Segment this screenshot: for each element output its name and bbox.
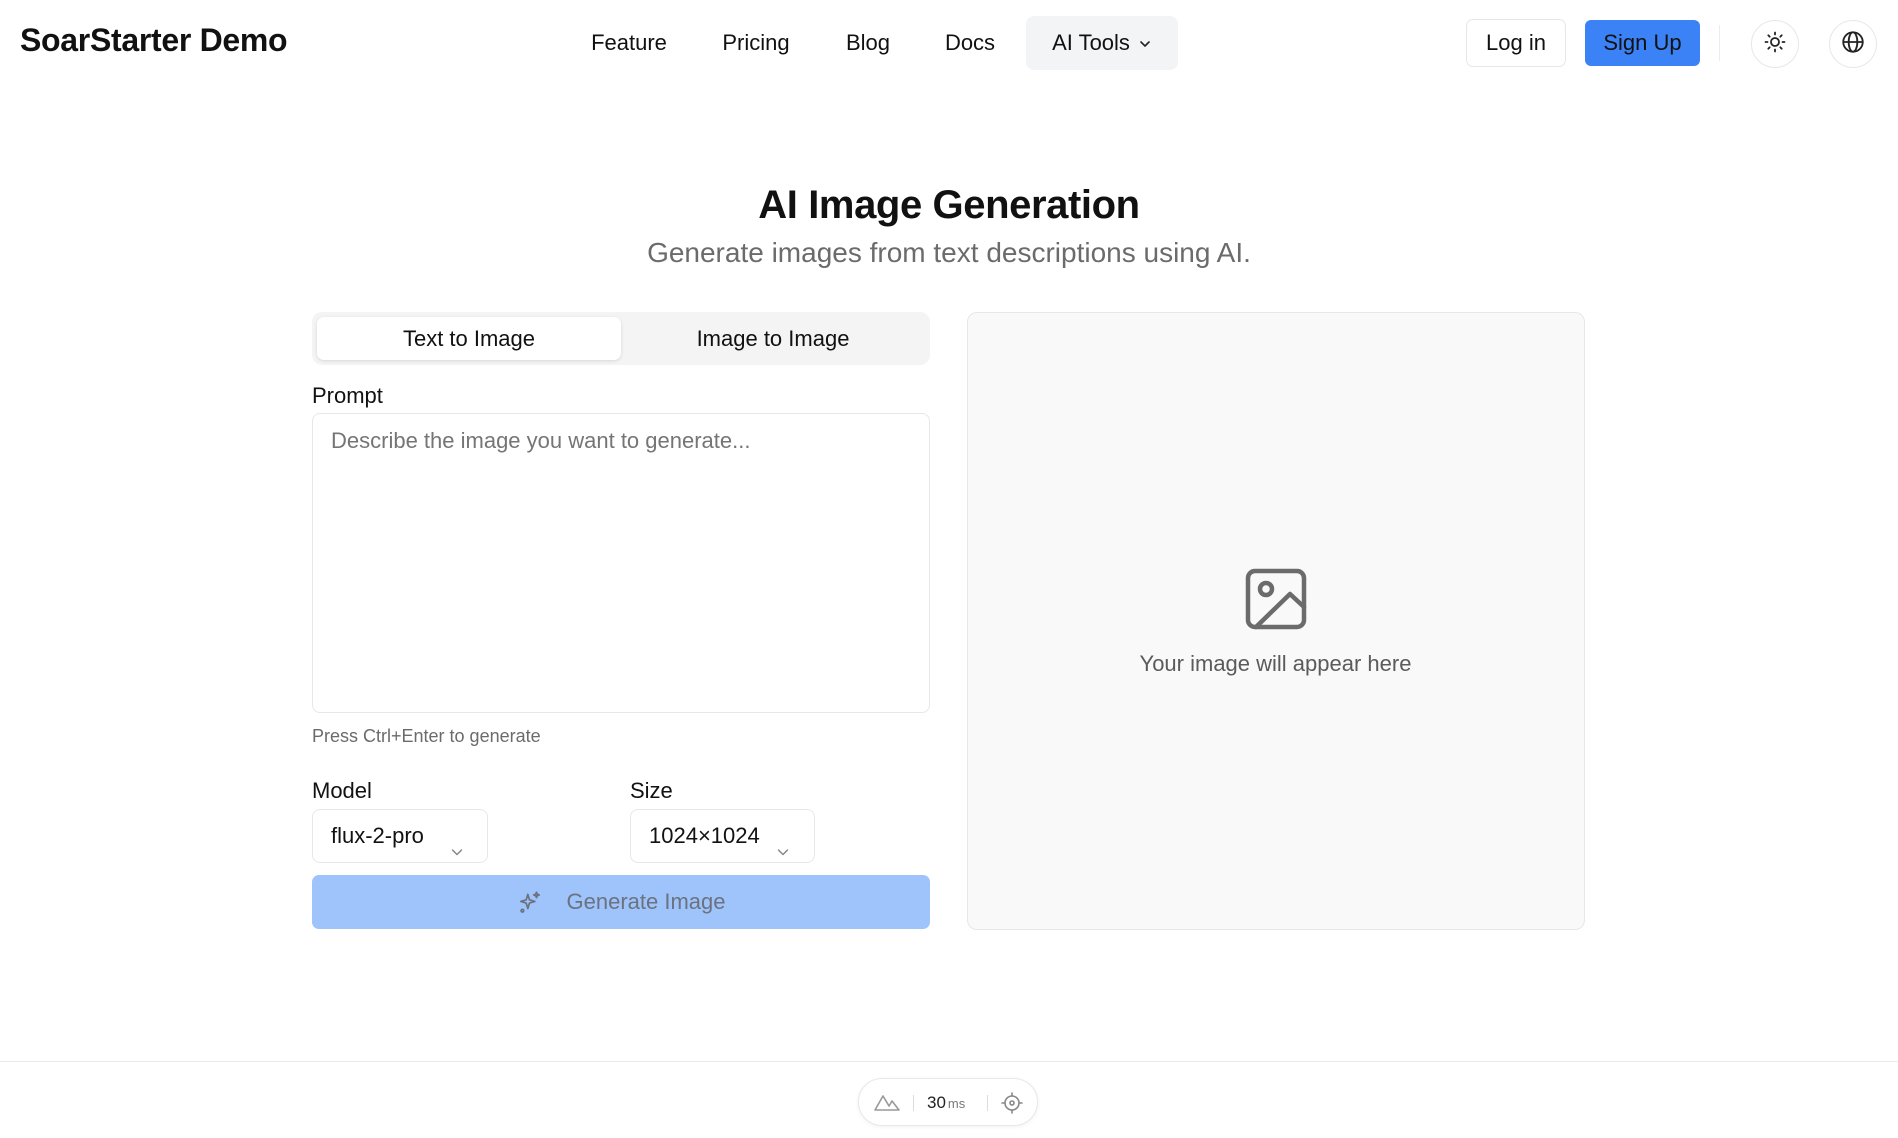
perf-timing: 30 ms <box>927 1093 965 1113</box>
shortcut-hint: Press Ctrl+Enter to generate <box>312 726 541 746</box>
sun-icon <box>1763 30 1787 59</box>
header-divider <box>1719 25 1720 61</box>
perf-separator <box>987 1095 988 1111</box>
login-button[interactable]: Log in <box>1466 19 1566 67</box>
nav-item-ai-tools-label: AI Tools <box>1052 30 1130 55</box>
mode-tabs: Text to Image Image to Image <box>312 312 930 365</box>
perf-separator <box>913 1095 914 1111</box>
mountain-icon <box>873 1092 901 1117</box>
nav-item-docs[interactable]: Docs <box>938 16 1002 70</box>
footer-divider <box>0 1061 1898 1062</box>
language-button[interactable] <box>1829 20 1877 68</box>
chevron-down-icon <box>1138 17 1152 71</box>
preview-placeholder-text: Your image will appear here <box>1139 651 1412 676</box>
chevron-down-icon <box>449 827 465 878</box>
prompt-input[interactable] <box>312 413 930 713</box>
chevron-down-icon <box>775 827 791 878</box>
image-preview-panel: Your image will appear here <box>967 312 1585 930</box>
sparkles-icon <box>517 889 543 915</box>
crosshair-icon[interactable] <box>1000 1091 1024 1120</box>
size-select[interactable]: 1024×1024 <box>630 809 815 863</box>
brand-logo[interactable]: SoarStarter Demo <box>20 22 288 59</box>
nav-item-blog[interactable]: Blog <box>838 16 898 70</box>
generate-image-button[interactable]: Generate Image <box>312 875 930 929</box>
size-select-value: 1024×1024 <box>649 823 760 848</box>
perf-timing-value: 30 <box>927 1093 946 1112</box>
model-label: Model <box>312 778 372 803</box>
globe-icon <box>1840 29 1866 60</box>
theme-toggle-button[interactable] <box>1751 20 1799 68</box>
image-icon <box>1244 567 1308 636</box>
model-select[interactable]: flux-2-pro <box>312 809 488 863</box>
tab-text-to-image[interactable]: Text to Image <box>317 317 621 360</box>
nav-item-pricing[interactable]: Pricing <box>714 16 798 70</box>
generate-image-label: Generate Image <box>566 889 726 914</box>
perf-timing-unit: ms <box>947 1096 966 1111</box>
page-subtitle: Generate images from text descriptions u… <box>647 237 1251 268</box>
size-label: Size <box>630 778 673 803</box>
site-header: SoarStarter Demo Feature Pricing Blog Do… <box>0 0 1898 86</box>
page-title: AI Image Generation <box>758 183 1140 227</box>
nav-item-feature[interactable]: Feature <box>585 16 673 70</box>
prompt-label: Prompt <box>312 383 383 408</box>
signup-button[interactable]: Sign Up <box>1585 20 1700 66</box>
nav-item-ai-tools[interactable]: AI Tools <box>1026 16 1178 70</box>
model-select-value: flux-2-pro <box>331 823 424 848</box>
tab-image-to-image[interactable]: Image to Image <box>621 317 925 360</box>
performance-widget[interactable]: 30 ms <box>858 1078 1038 1126</box>
